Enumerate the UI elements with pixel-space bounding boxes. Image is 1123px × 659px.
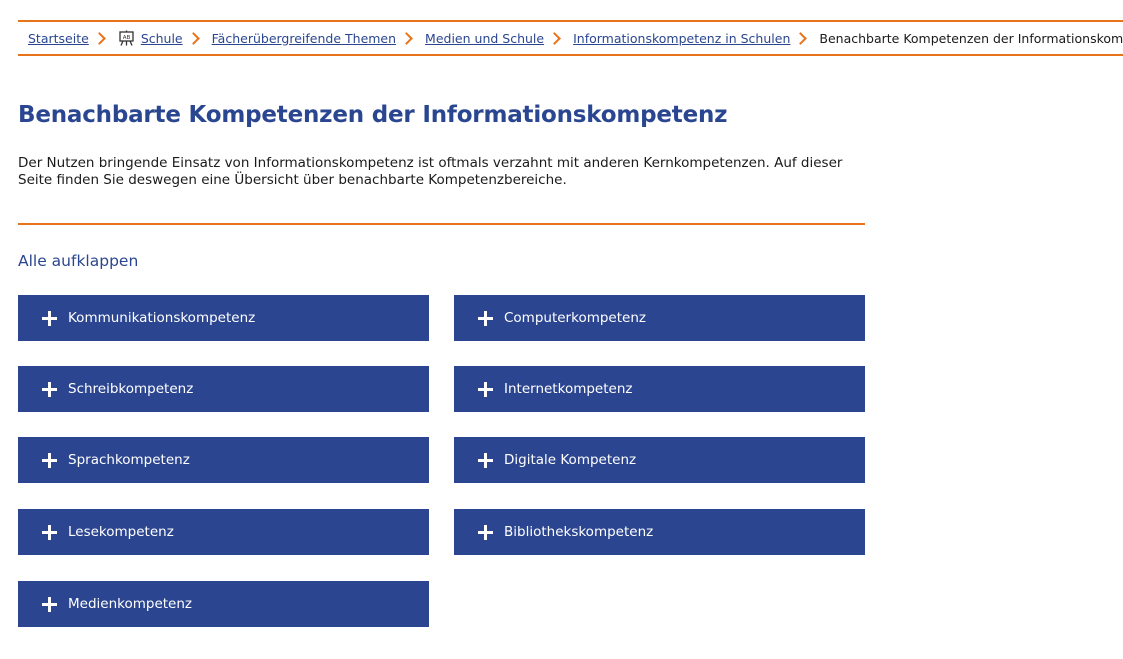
breadcrumb-link-schule[interactable]: Schule	[141, 31, 183, 46]
breadcrumb-item-faecheruebergreifende-themen: Fächerübergreifende Themen	[212, 31, 425, 46]
accordion-label: Medienkompetenz	[68, 596, 192, 612]
accordion-medienkompetenz[interactable]: Medienkompetenz	[18, 581, 429, 627]
accordion-label: Kommunikationskompetenz	[68, 310, 256, 326]
page-title: Benachbarte Kompetenzen der Informations…	[18, 102, 728, 128]
breadcrumb-item-medien-und-schule: Medien und Schule	[425, 31, 573, 46]
intro-text: Der Nutzen bringende Einsatz von Informa…	[18, 155, 843, 188]
breadcrumb-link-informationskompetenz-in-schulen[interactable]: Informationskompetenz in Schulen	[573, 31, 790, 46]
plus-icon	[42, 596, 57, 612]
accordion-lesekompetenz[interactable]: Lesekompetenz	[18, 509, 429, 555]
accordion-label: Bibliothekskompetenz	[504, 524, 654, 540]
breadcrumb-link-medien-und-schule[interactable]: Medien und Schule	[425, 31, 544, 46]
chevron-right-icon	[794, 31, 808, 45]
chevron-right-icon	[400, 31, 413, 45]
svg-text:AB: AB	[123, 35, 131, 41]
breadcrumb-link-startseite[interactable]: Startseite	[28, 31, 89, 46]
school-board-icon: AB	[119, 30, 134, 46]
accordion-computerkompetenz[interactable]: Computerkompetenz	[454, 295, 865, 341]
plus-icon	[42, 310, 57, 326]
accordion-kommunikationskompetenz[interactable]: Kommunikationskompetenz	[18, 295, 429, 341]
chevron-right-icon	[186, 31, 200, 45]
expand-all-link[interactable]: Alle aufklappen	[18, 252, 138, 270]
plus-icon	[478, 381, 493, 397]
accordion-digitale-kompetenz[interactable]: Digitale Kompetenz	[454, 437, 865, 483]
section-divider	[18, 223, 865, 225]
accordion-label: Internetkompetenz	[504, 381, 633, 397]
plus-icon	[478, 310, 493, 326]
accordion-sprachkompetenz[interactable]: Sprachkompetenz	[18, 437, 429, 483]
plus-icon	[42, 452, 57, 468]
breadcrumb-current: Benachbarte Kompetenzen der Informations…	[819, 30, 1123, 46]
accordion-label: Sprachkompetenz	[68, 452, 190, 468]
breadcrumb-item-schule: AB Schule	[118, 30, 212, 46]
accordion-schreibkompetenz[interactable]: Schreibkompetenz	[18, 366, 429, 412]
plus-icon	[478, 452, 493, 468]
accordion-bibliothekskompetenz[interactable]: Bibliothekskompetenz	[454, 509, 865, 555]
chevron-right-icon	[548, 31, 561, 45]
accordion-label: Computerkompetenz	[504, 310, 646, 326]
accordion-label: Lesekompetenz	[68, 524, 174, 540]
accordion-label: Schreibkompetenz	[68, 381, 194, 397]
plus-icon	[42, 381, 57, 397]
accordion-label: Digitale Kompetenz	[504, 452, 637, 468]
chevron-right-icon	[92, 31, 106, 45]
plus-icon	[478, 524, 493, 540]
plus-icon	[42, 524, 57, 540]
breadcrumb-item-startseite: Startseite	[28, 31, 118, 46]
accordion-internetkompetenz[interactable]: Internetkompetenz	[454, 366, 865, 412]
breadcrumb: Startseite AB Schule Fächerübergreifende…	[18, 20, 1123, 56]
breadcrumb-item-informationskompetenz-in-schulen: Informationskompetenz in Schulen	[573, 31, 819, 46]
breadcrumb-link-faecheruebergreifende-themen[interactable]: Fächerübergreifende Themen	[212, 31, 396, 46]
